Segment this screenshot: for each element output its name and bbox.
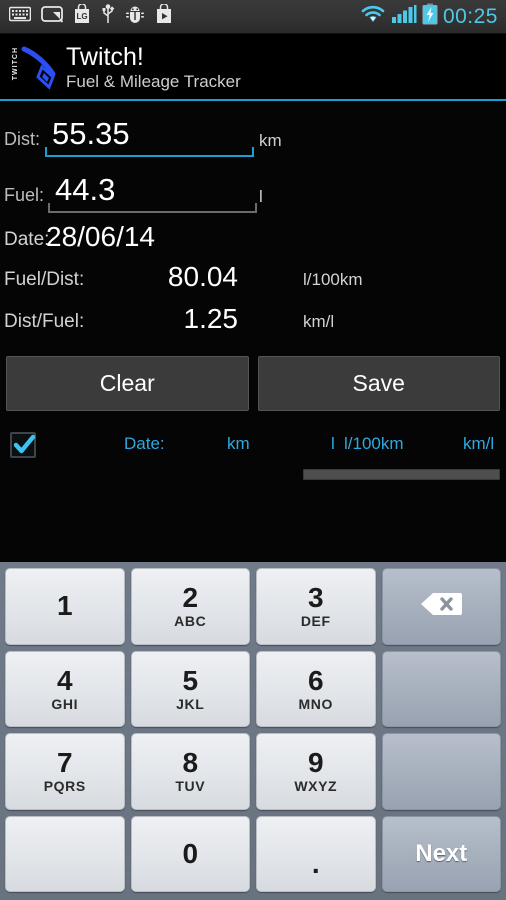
date-value: 28/06/14	[46, 221, 155, 252]
save-button[interactable]: Save	[257, 356, 500, 411]
key-backspace[interactable]	[381, 568, 501, 645]
keyboard-row-4: 0 . Next	[5, 815, 501, 892]
fuel-input-underline	[48, 203, 257, 213]
key-0[interactable]: 0	[130, 815, 250, 892]
android-debug-bug-icon	[125, 5, 145, 28]
lg-app-icon: LG	[73, 2, 91, 29]
key-2[interactable]: 2 ABC	[130, 568, 250, 645]
action-button-row: Clear Save	[0, 356, 506, 411]
column-header-date[interactable]: Date:	[124, 434, 165, 454]
key-0-digit: 0	[182, 837, 199, 869]
key-empty-left[interactable]	[5, 815, 125, 892]
column-header-l-per-100km[interactable]: l/100km	[344, 434, 404, 454]
dist-input[interactable]: 55.35	[52, 117, 130, 151]
key-7-digit: 7	[56, 747, 73, 779]
fuel-label: Fuel:	[4, 185, 45, 205]
key-9[interactable]: 9 WXYZ	[256, 733, 376, 810]
dist-per-fuel-row: Dist/Fuel: 1.25 km/l	[0, 299, 506, 341]
header-accent-divider	[0, 99, 506, 101]
key-5-letters: JKL	[176, 695, 205, 712]
key-4[interactable]: 4 GHI	[5, 650, 125, 727]
app-logo: TWITCH	[6, 39, 62, 97]
key-2-digit: 2	[182, 582, 199, 614]
status-bar: LG 00:25	[0, 0, 506, 34]
key-6[interactable]: 6 MNO	[256, 650, 376, 727]
key-period-glyph: .	[311, 847, 320, 879]
dist-field-row: Dist: 55.35 km	[0, 103, 506, 159]
status-bar-left-icons: LG	[0, 2, 173, 29]
backspace-icon	[418, 590, 464, 623]
fuel-field-row: Fuel: 44.3 l	[0, 159, 506, 215]
column-header-l[interactable]: l	[331, 434, 335, 454]
fuel-per-dist-label: Fuel/Dist:	[4, 269, 85, 290]
screen-capture-icon	[41, 5, 64, 28]
battery-charging-icon	[422, 3, 438, 30]
key-8-digit: 8	[182, 747, 199, 779]
column-header-km[interactable]: km	[227, 434, 250, 454]
dist-per-fuel-value: 1.25	[183, 303, 239, 334]
app-subtitle: Fuel & Mileage Tracker	[66, 71, 241, 91]
wifi-icon	[360, 4, 386, 29]
key-9-digit: 9	[307, 747, 324, 779]
key-7-letters: PQRS	[43, 778, 86, 795]
key-6-digit: 6	[307, 664, 324, 696]
key-2-letters: ABC	[174, 613, 207, 630]
key-3[interactable]: 3 DEF	[256, 568, 376, 645]
play-store-icon	[155, 2, 173, 29]
key-1-digit: 1	[56, 590, 73, 622]
status-bar-right-icons: 00:25	[360, 3, 506, 30]
keyboard-row-3: 7 PQRS 8 TUV 9 WXYZ	[5, 733, 501, 810]
signal-bars-icon	[391, 4, 417, 29]
key-blank-row2[interactable]	[381, 650, 501, 727]
dist-unit: km	[259, 131, 282, 150]
date-label: Date:	[4, 229, 50, 250]
key-blank-row3[interactable]	[381, 733, 501, 810]
key-8[interactable]: 8 TUV	[130, 733, 250, 810]
logo-wordmark: TWITCH	[12, 46, 19, 80]
entry-list-header: Date: km l l/100km km/l	[0, 428, 506, 480]
keyboard-row-1: 1 2 ABC 3 DEF	[5, 568, 501, 645]
main-content: Dist: 55.35 km Fuel: 44.3 l Date: 28/06/…	[0, 103, 506, 558]
usb-icon	[101, 4, 115, 29]
fuel-per-dist-row: Fuel/Dist: 80.04 l/100km	[0, 257, 506, 299]
column-header-km-per-l[interactable]: km/l	[463, 434, 494, 454]
horizontal-scrollbar[interactable]	[303, 469, 500, 480]
keyboard-icon	[8, 6, 32, 27]
numeric-keyboard: 1 2 ABC 3 DEF 4 GHI 5 JKL 6 MNO 7 PQRS 8…	[0, 562, 506, 900]
dist-label: Dist:	[4, 129, 40, 149]
key-5[interactable]: 5 JKL	[130, 650, 250, 727]
select-all-checkbox[interactable]	[10, 432, 36, 458]
key-4-digit: 4	[56, 664, 73, 696]
key-9-letters: WXYZ	[294, 778, 338, 795]
app-header: TWITCH Twitch! Fuel & Mileage Tracker	[0, 34, 506, 101]
key-1[interactable]: 1	[5, 568, 125, 645]
key-8-letters: TUV	[175, 778, 206, 795]
fuel-per-dist-value: 80.04	[167, 261, 238, 292]
dist-input-underline	[45, 147, 254, 157]
date-row: Date: 28/06/14	[0, 215, 506, 257]
key-next-label: Next	[415, 839, 468, 867]
key-period[interactable]: .	[256, 815, 376, 892]
phone-screen: LG 00:25 TWITCH Twitch! Fuel & Mileage T…	[0, 0, 506, 900]
fuel-input[interactable]: 44.3	[55, 173, 115, 207]
status-bar-clock: 00:25	[442, 4, 498, 28]
key-7[interactable]: 7 PQRS	[5, 733, 125, 810]
dist-per-fuel-label: Dist/Fuel:	[4, 311, 85, 332]
key-5-digit: 5	[182, 664, 199, 696]
key-3-digit: 3	[307, 582, 324, 614]
dist-per-fuel-unit: km/l	[303, 312, 335, 331]
fuel-unit: l	[259, 187, 263, 206]
key-3-letters: DEF	[300, 613, 331, 630]
app-title: Twitch!	[66, 42, 144, 71]
fuel-per-dist-unit: l/100km	[303, 270, 363, 289]
keyboard-row-2: 4 GHI 5 JKL 6 MNO	[5, 650, 501, 727]
key-6-letters: MNO	[298, 695, 333, 712]
key-next[interactable]: Next	[381, 815, 501, 892]
key-4-letters: GHI	[51, 695, 79, 712]
clear-button[interactable]: Clear	[6, 356, 249, 411]
svg-text:LG: LG	[76, 12, 87, 21]
